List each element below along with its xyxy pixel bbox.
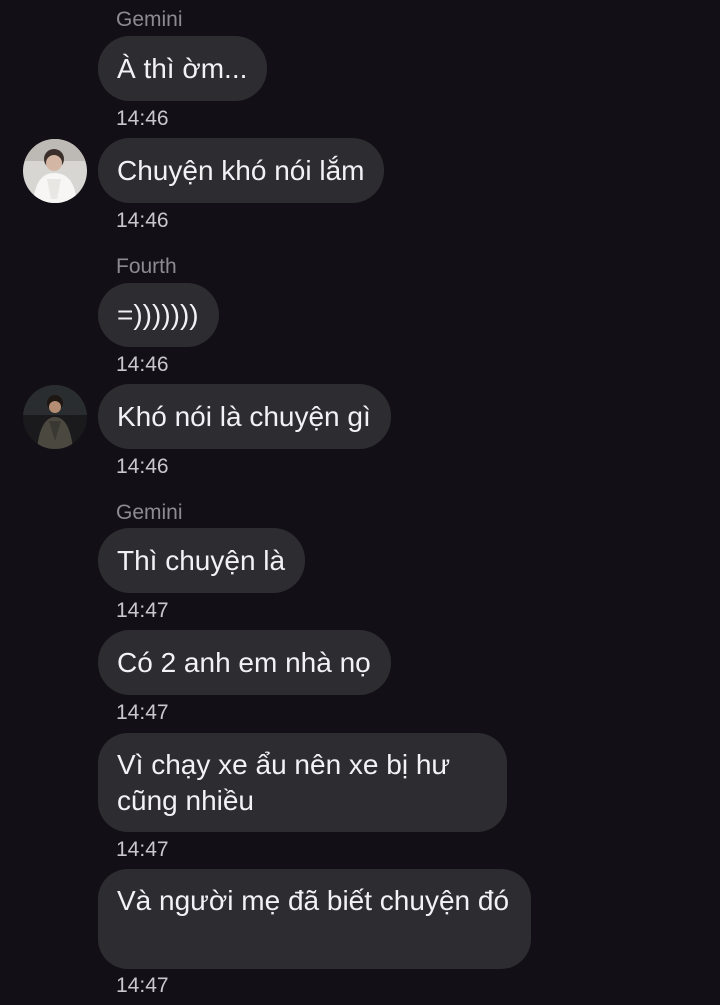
message-timestamp: 14:46 xyxy=(116,107,169,130)
avatar-photo-dark-outfit-icon xyxy=(23,385,87,449)
avatar[interactable] xyxy=(23,139,87,203)
message-timestamp: 14:47 xyxy=(116,599,169,622)
avatar-photo-white-shirt-icon xyxy=(23,139,87,203)
message-bubble[interactable]: Khó nói là chuyện gì xyxy=(98,384,391,449)
message-timestamp: 14:47 xyxy=(116,701,169,724)
message-timestamp: 14:46 xyxy=(116,209,169,232)
chat-thread: Gemini À thì ờm... 14:46 Chuyện khó nói … xyxy=(0,0,720,1005)
message-bubble[interactable]: Và người mẹ đã biết chuyện đó xyxy=(98,869,531,969)
message-timestamp: 14:47 xyxy=(116,838,169,861)
message-bubble[interactable]: Có 2 anh em nhà nọ xyxy=(98,630,391,695)
sender-name: Fourth xyxy=(116,255,177,278)
message-bubble[interactable]: =))))))) xyxy=(98,283,219,347)
message-bubble[interactable]: À thì ờm... xyxy=(98,36,268,101)
message-timestamp: 14:47 xyxy=(116,974,169,997)
message-timestamp: 14:46 xyxy=(116,455,169,478)
sender-name: Gemini xyxy=(116,501,183,524)
message-timestamp: 14:46 xyxy=(116,353,169,376)
message-bubble[interactable]: Thì chuyện là xyxy=(98,528,306,593)
avatar[interactable] xyxy=(23,385,87,449)
sender-name: Gemini xyxy=(116,8,183,31)
message-bubble[interactable]: Chuyện khó nói lắm xyxy=(98,138,385,203)
message-bubble[interactable]: Vì chạy xe ẩu nên xe bị hư cũng nhiều xyxy=(98,733,507,832)
